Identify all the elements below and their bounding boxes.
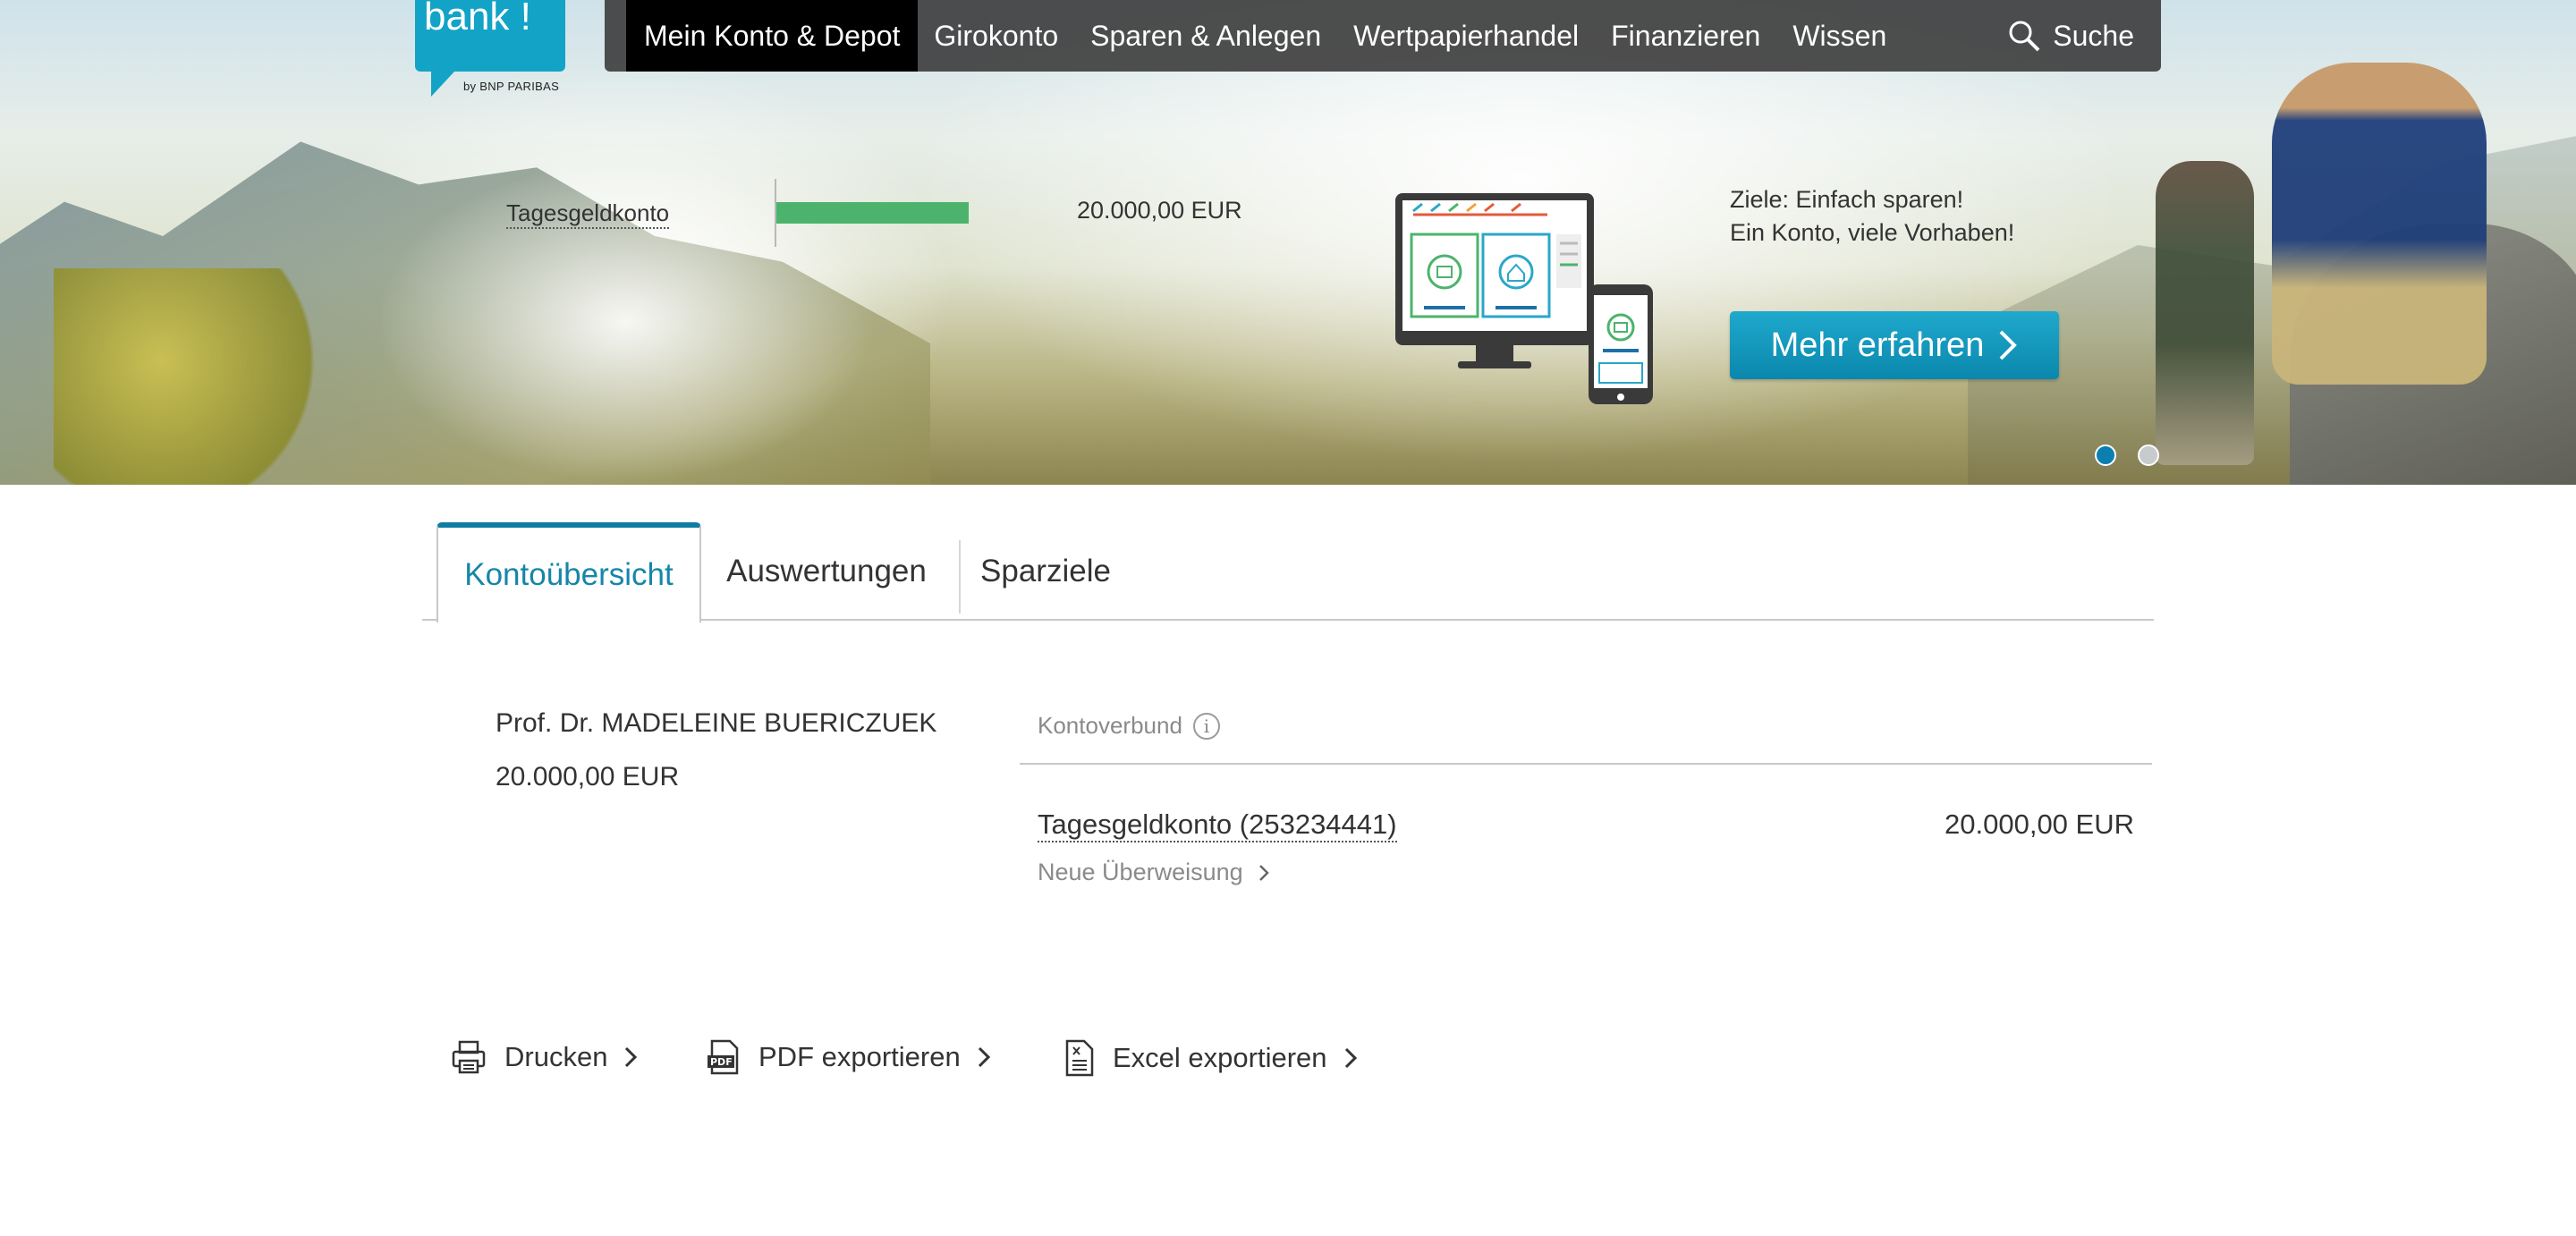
hero-account-link[interactable]: Tagesgeldkonto — [506, 199, 670, 229]
tab-kontouebersicht[interactable]: Kontoübersicht — [436, 522, 701, 622]
more-info-label: Mehr erfahren — [1770, 326, 1985, 364]
account-group-divider — [1020, 763, 2152, 765]
nav-item-wissen[interactable]: Wissen — [1776, 0, 1902, 72]
carousel-dot-1[interactable] — [2095, 444, 2116, 466]
nav-item-finanzieren[interactable]: Finanzieren — [1595, 0, 1776, 72]
carousel-dot-2[interactable] — [2138, 444, 2159, 466]
new-transfer-link[interactable]: Neue Überweisung — [1038, 859, 1270, 886]
nav-item-wertpapierhandel[interactable]: Wertpapierhandel — [1337, 0, 1595, 72]
info-icon[interactable]: i — [1192, 712, 1220, 740]
search-button[interactable]: Suche — [2008, 0, 2134, 72]
excel-icon — [1065, 1039, 1094, 1077]
printer-icon — [452, 1040, 486, 1074]
excel-export-label: Excel exportieren — [1113, 1042, 1327, 1073]
search-icon — [2009, 21, 2040, 52]
excel-export-button[interactable]: Excel exportieren — [1064, 1039, 1376, 1077]
chevron-right-icon — [625, 1046, 638, 1068]
account-link[interactable]: Tagesgeldkonto (253234441) — [1038, 808, 1397, 842]
hero-person-right — [2272, 63, 2487, 385]
pdf-export-label: PDF exportieren — [758, 1041, 961, 1072]
tab-auswertungen[interactable]: Auswertungen — [701, 522, 952, 621]
main-navigation: Mein Konto & Depot Girokonto Sparen & An… — [605, 0, 2161, 72]
account-tabs: Kontoübersicht Auswertungen Sparziele — [422, 522, 2154, 622]
nav-item-sparen-anlegen[interactable]: Sparen & Anlegen — [1074, 0, 1337, 72]
tab-sparziele[interactable]: Sparziele — [961, 522, 1131, 621]
account-owner-total: 20.000,00 EUR — [496, 762, 680, 792]
svg-text:PDF: PDF — [710, 1056, 733, 1068]
print-button[interactable]: Drucken — [451, 1039, 656, 1075]
logo-text: bank ! — [424, 0, 531, 38]
nav-item-konto-depot[interactable]: Mein Konto & Depot — [626, 0, 919, 72]
promo-headline: Ziele: Einfach sparen! — [1730, 186, 1964, 213]
hero-person-left — [2156, 161, 2254, 465]
chevron-right-icon — [978, 1046, 990, 1068]
pdf-export-button[interactable]: PDF PDF exportieren — [707, 1039, 1009, 1075]
hero-bush — [54, 268, 322, 485]
account-group-label: Kontoverbund — [1038, 712, 1182, 739]
print-label: Drucken — [504, 1041, 608, 1072]
account-group-header: Kontoverbund i — [1038, 712, 1220, 740]
logo-subtitle: by BNP PARIBAS — [463, 80, 560, 93]
chevron-right-icon — [1258, 864, 1269, 881]
pdf-icon: PDF — [708, 1039, 739, 1075]
hero-balance-bar — [776, 202, 969, 224]
new-transfer-label: Neue Überweisung — [1038, 859, 1243, 885]
nav-item-girokonto[interactable]: Girokonto — [918, 0, 1074, 72]
devices-illustration — [1395, 193, 1653, 404]
chevron-right-icon — [1999, 330, 2018, 360]
account-owner-name: Prof. Dr. MADELEINE BUERICZUEK — [496, 708, 937, 738]
promo-subline: Ein Konto, viele Vorhaben! — [1730, 219, 2015, 246]
account-balance: 20.000,00 EUR — [1945, 808, 2134, 840]
bank-logo[interactable]: bank ! — [415, 0, 565, 97]
search-label: Suche — [2053, 19, 2134, 52]
more-info-button[interactable]: Mehr erfahren — [1730, 311, 2059, 379]
hero-amount: 20.000,00 EUR — [1077, 197, 1242, 224]
chevron-right-icon — [1344, 1047, 1357, 1069]
logo-speech-tail — [431, 72, 454, 97]
hero-banner: Tagesgeldkonto 20.000,00 EUR Ziele: Einf… — [0, 0, 2576, 485]
